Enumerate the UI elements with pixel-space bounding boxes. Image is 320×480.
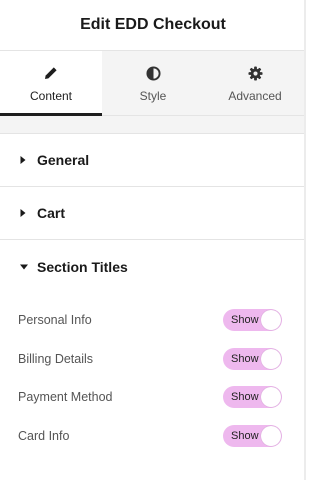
control-label: Personal Info xyxy=(18,313,92,328)
section-cart-title: Cart xyxy=(37,205,66,221)
caret-down-icon xyxy=(19,263,33,271)
contrast-icon xyxy=(145,63,161,83)
control-personal-info: Personal Info Show xyxy=(0,301,306,340)
toggle-knob xyxy=(261,387,281,408)
gear-icon xyxy=(247,63,263,83)
section-section-titles-title: Section Titles xyxy=(37,258,128,275)
toggle-text: Show xyxy=(231,429,259,442)
toggle-text: Show xyxy=(231,314,259,327)
toggle-text: Show xyxy=(231,391,259,404)
scrollbar-track[interactable] xyxy=(304,0,306,480)
tab-style[interactable]: Style xyxy=(102,51,204,115)
section-cart[interactable]: Cart xyxy=(0,187,306,240)
toggle-knob xyxy=(261,310,281,331)
caret-right-icon xyxy=(19,208,33,218)
control-label: Payment Method xyxy=(18,390,113,405)
pencil-icon xyxy=(44,63,58,83)
tab-advanced-label: Advanced xyxy=(228,89,282,103)
billing-details-toggle[interactable]: Show xyxy=(223,347,282,370)
tab-style-label: Style xyxy=(139,89,167,103)
control-label: Billing Details xyxy=(18,351,94,366)
section-general-title: General xyxy=(37,152,90,168)
section-general[interactable]: General xyxy=(0,134,306,187)
personal-info-toggle[interactable]: Show xyxy=(223,309,282,332)
panel-title: Edit EDD Checkout xyxy=(80,16,226,33)
control-billing-details: Billing Details Show xyxy=(0,340,306,379)
control-payment-method: Payment Method Show xyxy=(0,378,306,417)
tab-advanced[interactable]: Advanced xyxy=(204,51,306,115)
toggle-text: Show xyxy=(231,352,259,365)
section-titles-controls: Personal Info Show Billing Details Show … xyxy=(0,293,306,455)
control-label: Card Info xyxy=(18,428,70,443)
tab-content[interactable]: Content xyxy=(0,51,102,116)
control-card-info: Card Info Show xyxy=(0,417,306,456)
toggle-knob xyxy=(261,348,281,369)
card-info-toggle[interactable]: Show xyxy=(223,424,282,447)
tab-content-label: Content xyxy=(29,89,73,103)
caret-right-icon xyxy=(19,155,33,165)
toggle-knob xyxy=(261,425,281,446)
payment-method-toggle[interactable]: Show xyxy=(223,386,282,409)
tab-bar: Content Style Advanced xyxy=(0,51,306,116)
section-section-titles[interactable]: Section Titles xyxy=(0,240,306,293)
panel-header: Edit EDD Checkout xyxy=(0,0,306,51)
panel-spacer xyxy=(0,116,306,134)
